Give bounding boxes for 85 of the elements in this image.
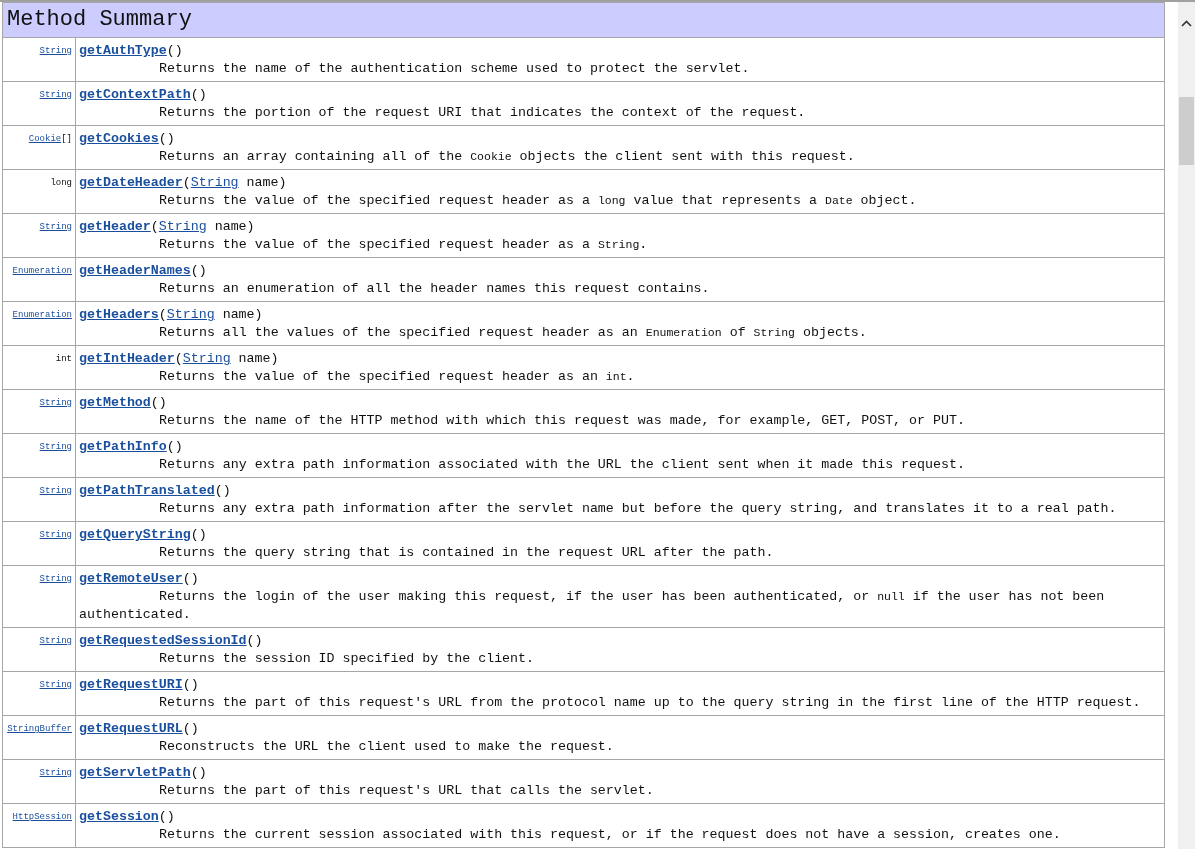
return-type-link[interactable]: String: [39, 680, 72, 690]
param-type-link[interactable]: String: [158, 219, 207, 234]
method-description: Returns the current session associated with this request, or if the request does not have a session, creates one.: [158, 826, 1062, 844]
return-type-link[interactable]: String: [39, 530, 72, 540]
method-link[interactable]: getPathTranslated: [79, 483, 215, 498]
method-link[interactable]: getSession: [79, 809, 159, 824]
signature-text: (): [182, 677, 199, 692]
return-type-link[interactable]: Enumeration: [12, 266, 72, 276]
return-type-link[interactable]: HttpSession: [12, 812, 72, 822]
section-heading: Method Summary: [2, 2, 1165, 38]
method-link[interactable]: getHeaderNames: [79, 263, 191, 278]
return-type-link[interactable]: String: [39, 398, 72, 408]
method-description: Returns the query string that is contained in the request URL after the path.: [158, 544, 775, 562]
method-link[interactable]: getQueryString: [79, 527, 191, 542]
method-link[interactable]: getRequestURI: [79, 677, 183, 692]
method-description: Returns all the values of the specified request header as an Enumeration of String objects.: [158, 324, 868, 342]
scrollbar-thumb[interactable]: [1179, 97, 1195, 165]
method-description: Returns an array containing all of the Cookie objects the client sent with this request.: [158, 148, 856, 166]
signature-text: (): [190, 765, 207, 780]
method-description: Returns any extra path information after the servlet name but before the query string, and translates it to a real path.: [158, 500, 1118, 518]
signature-text: name): [221, 307, 263, 322]
method-description: Returns the value of the specified request header as a String.: [158, 236, 649, 254]
method-link[interactable]: getPathInfo: [79, 439, 167, 454]
method-link[interactable]: getAuthType: [79, 43, 167, 58]
return-type-link[interactable]: String: [39, 486, 72, 496]
signature-text: (): [182, 721, 199, 736]
method-description: Reconstructs the URL the client used to make the request.: [158, 738, 615, 756]
method-link[interactable]: getContextPath: [79, 87, 191, 102]
method-description: Returns the name of the authentication scheme used to protect the servlet.: [158, 60, 751, 78]
return-type-link[interactable]: String: [39, 46, 72, 56]
signature-text: (): [246, 633, 263, 648]
return-type-link[interactable]: String: [39, 442, 72, 452]
method-link[interactable]: getMethod: [79, 395, 151, 410]
method-link[interactable]: getRequestedSessionId: [79, 633, 247, 648]
signature-text: (): [158, 809, 175, 824]
signature-text: (): [166, 43, 183, 58]
return-type: int: [55, 354, 72, 364]
return-type-link[interactable]: Enumeration: [12, 310, 72, 320]
method-link[interactable]: getRemoteUser: [79, 571, 183, 586]
method-link[interactable]: getRequestURL: [79, 721, 183, 736]
signature-text: (: [182, 175, 191, 190]
method-description: Returns an enumeration of all the header names this request contains.: [158, 280, 711, 298]
scrollbar[interactable]: [1178, 2, 1195, 849]
array-brackets: []: [61, 134, 72, 144]
return-type-link[interactable]: String: [39, 574, 72, 584]
method-description: Returns the login of the user making this request, if the user has been authenticated, or null if the user has not been authenticated.: [79, 588, 1106, 624]
param-type-link[interactable]: String: [190, 175, 239, 190]
scroll-up-icon[interactable]: [1181, 20, 1193, 27]
signature-text: name): [245, 175, 287, 190]
signature-text: (: [174, 351, 183, 366]
param-type-link[interactable]: String: [166, 307, 215, 322]
signature-text: (: [158, 307, 167, 322]
method-description: Returns the portion of the request URI that indicates the context of the request.: [158, 104, 807, 122]
signature-text: (): [190, 87, 207, 102]
signature-text: name): [237, 351, 279, 366]
method-link[interactable]: getCookies: [79, 131, 159, 146]
return-type: long: [50, 178, 72, 188]
return-type-link[interactable]: String: [39, 222, 72, 232]
signature-text: (): [190, 263, 207, 278]
method-description: Returns any extra path information associated with the URL the client sent when it made this request.: [158, 456, 966, 474]
method-link[interactable]: getIntHeader: [79, 351, 175, 366]
method-description: Returns the name of the HTTP method with which this request was made, for example, GET, POST, or PUT.: [158, 412, 966, 430]
method-description: Returns the value of the specified request header as a long value that represents a Date object.: [158, 192, 918, 210]
signature-text: (): [214, 483, 231, 498]
param-type-link[interactable]: String: [182, 351, 231, 366]
method-description: Returns the part of this request's URL that calls the servlet.: [158, 782, 655, 800]
method-link[interactable]: getHeader: [79, 219, 151, 234]
return-type-link[interactable]: String: [39, 90, 72, 100]
method-description: Returns the part of this request's URL from the protocol name up to the query string in the first line of the HTTP request.: [158, 694, 1142, 712]
method-link[interactable]: getHeaders: [79, 307, 159, 322]
signature-text: (): [158, 131, 175, 146]
return-type-link[interactable]: String: [39, 768, 72, 778]
signature-text: (: [150, 219, 159, 234]
signature-text: name): [213, 219, 255, 234]
signature-text: (): [190, 527, 207, 542]
method-description: Returns the session ID specified by the client.: [158, 650, 536, 668]
signature-text: (): [182, 571, 199, 586]
method-link[interactable]: getDateHeader: [79, 175, 183, 190]
return-type-link[interactable]: StringBuffer: [7, 724, 72, 734]
method-description: Returns the value of the specified request header as an int.: [158, 368, 636, 386]
method-link[interactable]: getServletPath: [79, 765, 191, 780]
signature-text: (): [150, 395, 167, 410]
return-type-link[interactable]: String: [39, 636, 72, 646]
signature-text: (): [166, 439, 183, 454]
return-type-link[interactable]: Cookie: [28, 134, 62, 144]
